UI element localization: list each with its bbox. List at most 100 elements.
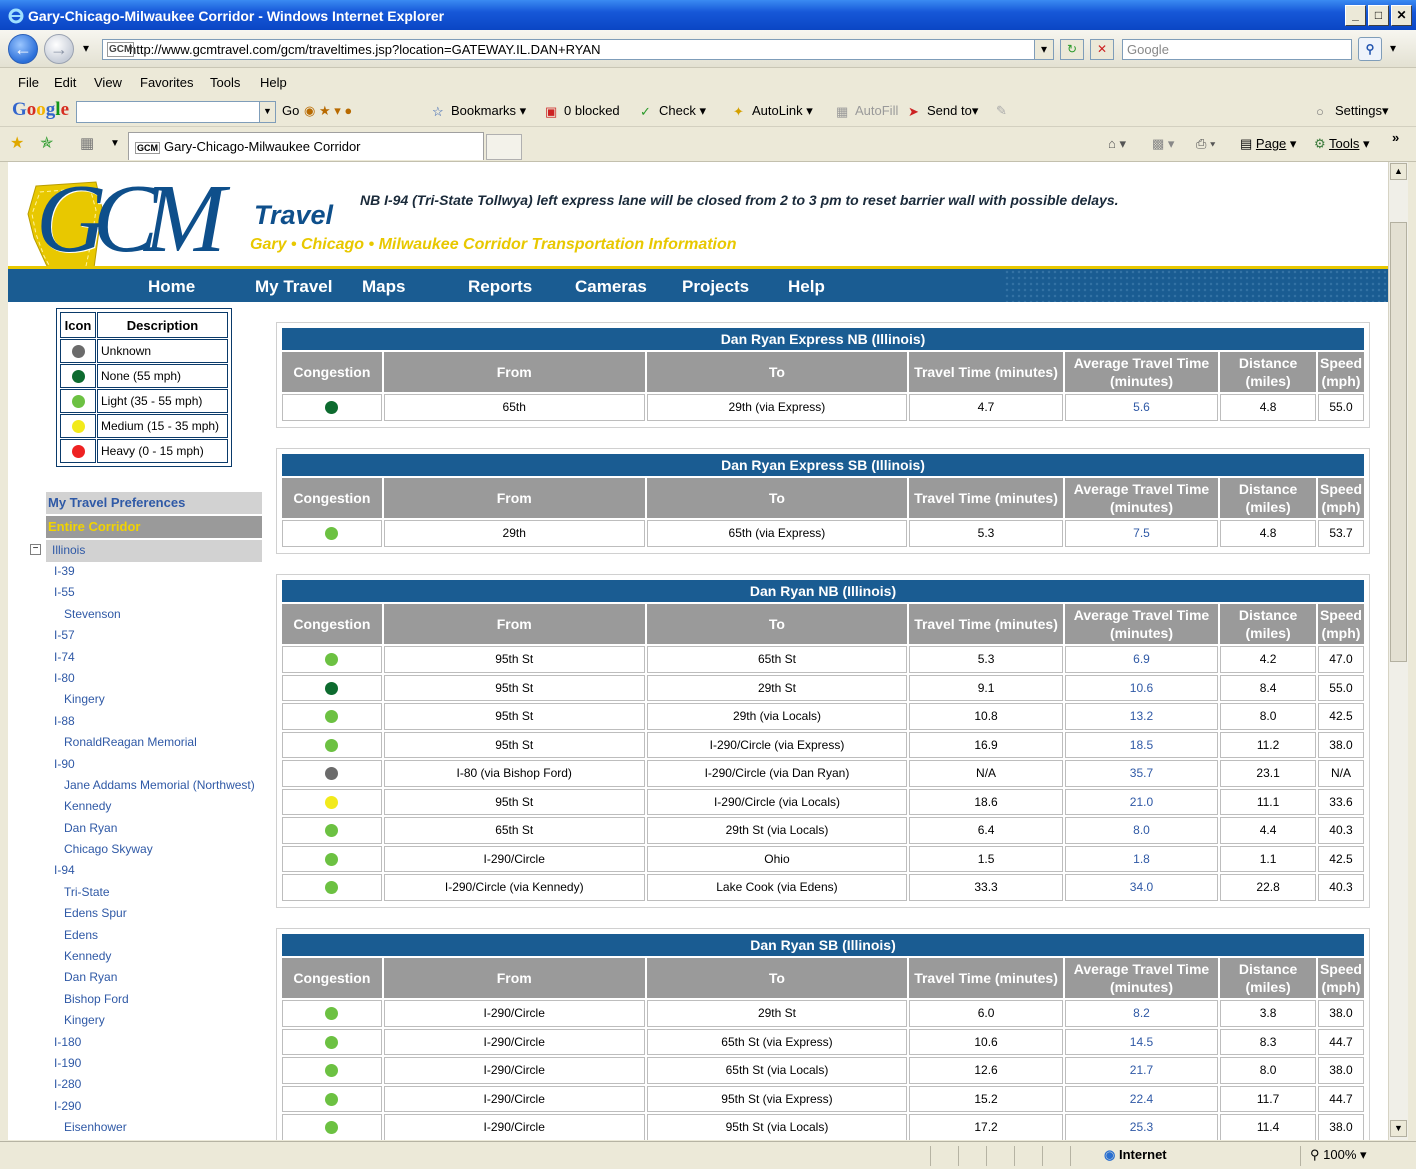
tree-item[interactable]: I-74 (8, 650, 255, 671)
add-favorite-icon[interactable]: ✯ (40, 133, 53, 153)
tree-item[interactable]: Dan Ryan (8, 970, 255, 991)
quick-tabs-icon[interactable]: ▦ (80, 134, 94, 152)
autofill-button[interactable]: ▦ AutoFill (836, 103, 898, 120)
stop-button[interactable]: ✕ (1090, 39, 1114, 60)
tree-item[interactable]: Chicago Skyway (8, 842, 255, 863)
cell-avg[interactable]: 5.6 (1064, 394, 1219, 421)
menu-file[interactable]: File (18, 75, 39, 90)
chevron-more-icon[interactable]: » (1392, 130, 1399, 145)
tree-item[interactable]: I-39 (8, 564, 255, 585)
tab-list-icon[interactable]: ▼ (110, 138, 120, 149)
sidebar-my-travel-preferences[interactable]: My Travel Preferences (46, 492, 262, 514)
tree-item[interactable]: Kingery (8, 1013, 255, 1034)
cell-avg[interactable]: 18.5 (1064, 731, 1219, 758)
refresh-button[interactable]: ↻ (1060, 39, 1084, 60)
vertical-scrollbar[interactable]: ▲ ▼ (1388, 162, 1408, 1140)
address-dropdown-button[interactable]: ▾ (1034, 39, 1054, 60)
scroll-down-icon[interactable]: ▼ (1390, 1120, 1407, 1137)
cell-avg[interactable]: 22.4 (1064, 1085, 1219, 1112)
nav-home[interactable]: Home (148, 277, 195, 297)
restore-button[interactable]: □ (1368, 5, 1389, 26)
cell-avg[interactable]: 34.0 (1064, 874, 1219, 901)
minimize-button[interactable]: _ (1345, 5, 1366, 26)
tree-item[interactable]: Kingery (8, 692, 255, 713)
tree-item[interactable]: I-55 (8, 585, 255, 606)
google-logo[interactable]: Google (12, 99, 69, 121)
tree-item[interactable]: I-57 (8, 628, 255, 649)
tree-item[interactable]: Stevenson (8, 607, 255, 628)
tree-item[interactable]: Tri-State (8, 885, 255, 906)
tree-item[interactable]: I-90 (8, 757, 255, 778)
history-dropdown-icon[interactable]: ▾ (78, 39, 94, 60)
menu-favorites[interactable]: Favorites (140, 75, 193, 90)
autolink-button[interactable]: ✦ AutoLink ▾ (733, 103, 813, 120)
back-button[interactable]: ← (8, 34, 38, 64)
tree-item[interactable]: Jane Addams Memorial (Northwest) (8, 778, 255, 799)
nav-maps[interactable]: Maps (362, 277, 405, 297)
favorites-star-icon[interactable]: ★ (10, 133, 24, 153)
nav-cameras[interactable]: Cameras (575, 277, 647, 297)
tree-item[interactable]: I-80 (8, 671, 255, 692)
settings-button[interactable]: ○ Settings▾ (1316, 103, 1389, 120)
sendto-button[interactable]: ➤ Send to▾ (908, 103, 978, 120)
tree-item[interactable]: I-190 (8, 1056, 255, 1077)
cell-avg[interactable]: 8.2 (1064, 1000, 1219, 1027)
feeds-icon[interactable]: ▩ ▾ (1152, 136, 1174, 152)
cell-avg[interactable]: 13.2 (1064, 703, 1219, 730)
cell-avg[interactable]: 25.3 (1064, 1114, 1219, 1140)
tree-item[interactable]: I-280 (8, 1077, 255, 1098)
tree-item[interactable]: Eisenhower (8, 1120, 255, 1140)
scroll-up-icon[interactable]: ▲ (1390, 163, 1407, 180)
nav-my-travel[interactable]: My Travel (255, 277, 333, 297)
chevron-down-icon[interactable]: ▼ (259, 102, 275, 122)
google-search-input[interactable]: ▼ (76, 101, 276, 123)
cell-avg[interactable]: 1.8 (1064, 845, 1219, 872)
nav-reports[interactable]: Reports (468, 277, 532, 297)
tree-item[interactable]: Kennedy (8, 799, 255, 820)
collapse-icon[interactable]: − (30, 544, 41, 555)
page-menu-button[interactable]: ▤ Page ▾ (1240, 136, 1296, 152)
tree-item[interactable]: RonaldReagan Memorial (8, 735, 255, 756)
tab-gcm[interactable]: GCM Gary-Chicago-Milwaukee Corridor (128, 132, 484, 160)
new-tab-button[interactable] (486, 134, 522, 160)
close-button[interactable]: ✕ (1391, 5, 1412, 26)
tree-item[interactable]: I-94 (8, 863, 255, 884)
zoom-control[interactable]: ⚲ 100% ▾ (1310, 1147, 1367, 1163)
tree-item[interactable]: I-88 (8, 714, 255, 735)
cell-avg[interactable]: 10.6 (1064, 674, 1219, 701)
nav-projects[interactable]: Projects (682, 277, 749, 297)
tree-item[interactable]: Edens Spur (8, 906, 255, 927)
tree-item[interactable]: Dan Ryan (8, 821, 255, 842)
cell-avg[interactable]: 6.9 (1064, 646, 1219, 673)
highlight-icon[interactable]: ✎ (996, 103, 1007, 119)
tree-item[interactable]: Kennedy (8, 949, 255, 970)
menu-edit[interactable]: Edit (54, 75, 76, 90)
tree-item[interactable]: I-180 (8, 1035, 255, 1056)
tree-item[interactable]: Edens (8, 928, 255, 949)
menu-view[interactable]: View (94, 75, 122, 90)
home-icon[interactable]: ⌂ ▾ (1108, 136, 1126, 152)
bookmarks-button[interactable]: ☆ Bookmarks ▾ (432, 103, 526, 120)
forward-button[interactable]: → (44, 34, 74, 64)
gcm-logo[interactable]: GCM (36, 170, 226, 268)
sidebar-illinois[interactable]: Illinois (46, 540, 262, 562)
cell-avg[interactable]: 14.5 (1064, 1028, 1219, 1055)
cell-avg[interactable]: 8.0 (1064, 817, 1219, 844)
search-options-icon[interactable]: ▾ (1386, 39, 1400, 60)
nav-help[interactable]: Help (788, 277, 825, 297)
search-input[interactable]: Google (1122, 39, 1352, 60)
tree-item[interactable]: Bishop Ford (8, 992, 255, 1013)
popup-blocker-button[interactable]: ▣ 0 blocked (545, 103, 620, 120)
cell-avg[interactable]: 35.7 (1064, 760, 1219, 787)
sidebar-entire-corridor[interactable]: Entire Corridor (46, 516, 262, 538)
menu-help[interactable]: Help (260, 75, 287, 90)
search-icon[interactable]: ⚲ (1358, 37, 1382, 61)
print-icon[interactable]: ⎙ ▾ (1196, 136, 1215, 152)
tools-menu-button[interactable]: ⚙ Tools ▾ (1314, 136, 1370, 152)
spellcheck-button[interactable]: ✓ Check ▾ (640, 103, 706, 120)
google-go-button[interactable]: Go (282, 103, 299, 118)
menu-tools[interactable]: Tools (210, 75, 240, 90)
address-input[interactable]: GCM http://www.gcmtravel.com/gcm/travelt… (102, 39, 1054, 60)
cell-avg[interactable]: 7.5 (1064, 520, 1219, 547)
pagerank-icon[interactable]: ◉ ★ ▾ ● (304, 103, 352, 119)
